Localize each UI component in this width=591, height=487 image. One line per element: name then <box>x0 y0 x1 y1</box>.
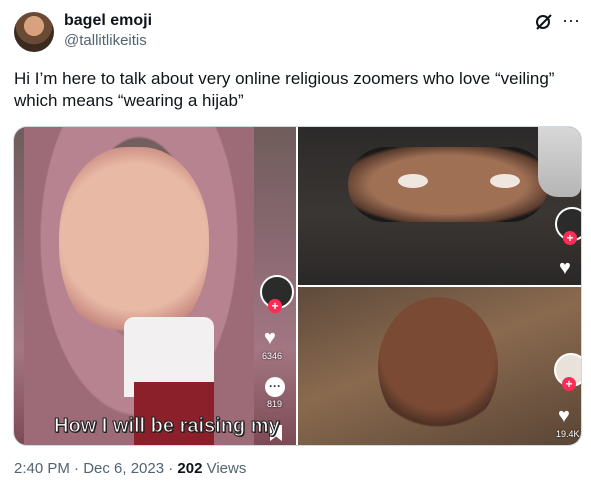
video-caption: How I will be raising my <box>54 415 281 438</box>
media-panel-2[interactable]: + ♥ <box>298 127 581 285</box>
media-panel-3[interactable]: + ♥ 19.4K <box>298 287 581 445</box>
follow-plus-icon[interactable]: + <box>562 377 576 391</box>
media-panel-1[interactable]: + ♥ 6346 ··· 819 How I will be raising m… <box>14 127 296 445</box>
tweet-meta: 2:40 PM · Dec 6, 2023 · 202 Views <box>14 460 246 477</box>
tweet-timestamp[interactable]: 2:40 PM · Dec 6, 2023 · <box>14 460 177 477</box>
comment-icon[interactable]: ··· <box>265 377 285 397</box>
grok-icon[interactable] <box>534 12 554 37</box>
media-grid[interactable]: + ♥ 6346 ··· 819 How I will be raising m… <box>13 126 582 446</box>
eye-left <box>398 174 428 188</box>
glove-shape <box>538 127 581 197</box>
views-label: Views <box>202 460 247 477</box>
author-handle[interactable]: @tallitlikeitis <box>64 32 147 49</box>
niqab-face-image <box>348 147 548 222</box>
face-image <box>378 297 498 437</box>
likes-count: 6346 <box>262 351 283 361</box>
follow-plus-icon[interactable]: + <box>268 299 282 313</box>
author-name[interactable]: bagel emoji <box>64 12 152 30</box>
author-avatar[interactable] <box>14 12 54 52</box>
heart-icon[interactable]: ♥ <box>558 405 570 428</box>
likes-count: 19.4K <box>556 429 580 439</box>
more-icon[interactable]: ··· <box>562 10 580 31</box>
eye-right <box>490 174 520 188</box>
follow-plus-icon[interactable]: + <box>563 231 577 245</box>
comments-count: 819 <box>267 399 283 409</box>
tweet-text: Hi I’m here to talk about very online re… <box>14 69 555 110</box>
heart-icon[interactable]: ♥ <box>264 327 276 350</box>
views-count: 202 <box>177 460 203 477</box>
heart-icon[interactable]: ♥ <box>559 257 571 280</box>
